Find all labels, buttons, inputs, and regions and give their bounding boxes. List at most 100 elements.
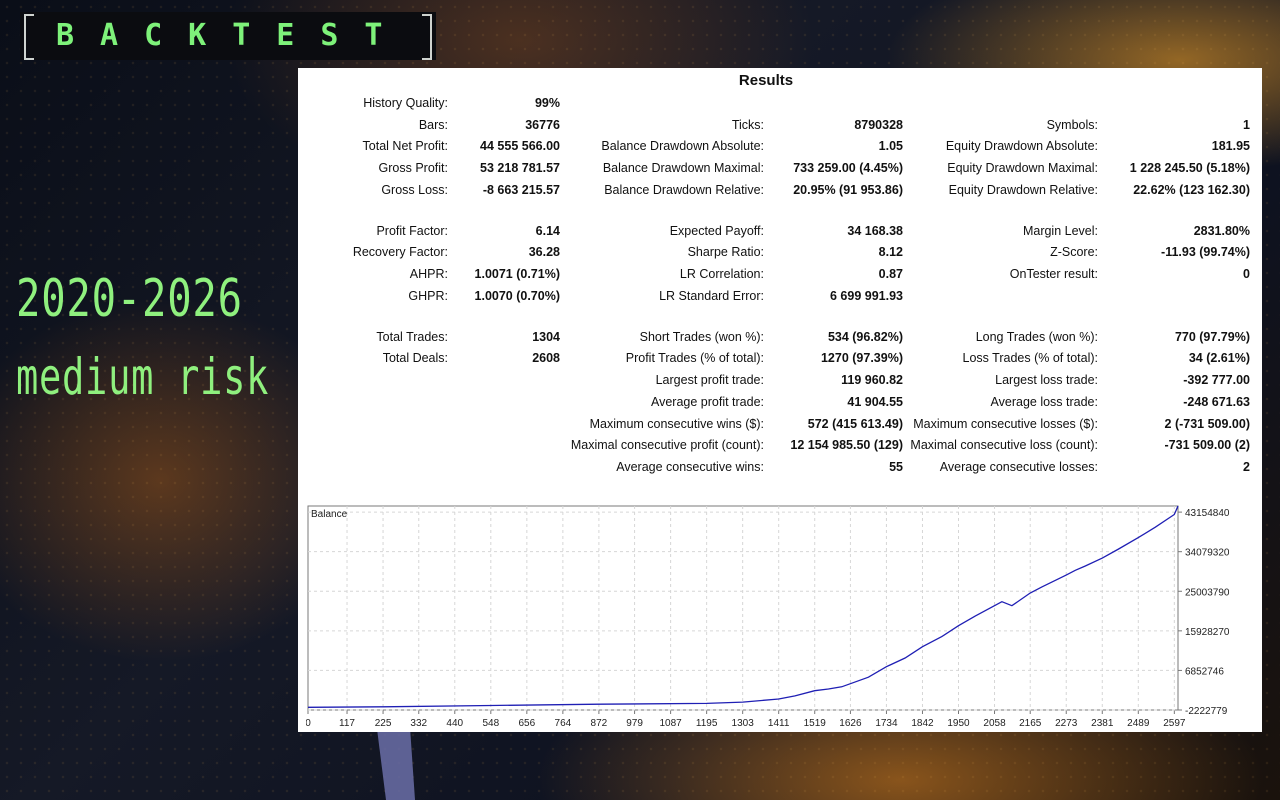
chart-title: Balance xyxy=(311,509,348,520)
stat-label: Profit Trades (% of total): xyxy=(625,351,764,365)
stat-value: 2831.80% xyxy=(1193,224,1250,238)
stat-label: Average loss trade: xyxy=(990,395,1098,409)
stat-label: Balance Drawdown Absolute: xyxy=(601,139,764,153)
stat-value: 12 154 985.50 (129) xyxy=(790,438,903,452)
stat-value: -8 663 215.57 xyxy=(482,183,560,197)
backtest-badge: BACKTEST xyxy=(20,12,436,60)
x-tick-label: 0 xyxy=(306,718,311,728)
y-tick-label: 34079320 xyxy=(1185,548,1230,559)
stat-value: 44 555 566.00 xyxy=(480,139,560,153)
stat-label: Largest loss trade: xyxy=(995,373,1098,387)
stat-value: 1304 xyxy=(532,330,560,344)
y-tick-label: 6852746 xyxy=(1185,666,1224,677)
stat-value: 181.95 xyxy=(1211,139,1250,153)
balance-chart: 0 117 225 332 440 548 656 764 872 979 1087 1195 1303… xyxy=(306,504,1256,728)
stat-value: 41 904.55 xyxy=(847,395,903,409)
stat-value: 1 xyxy=(1243,118,1250,132)
x-tick-label: 1087 xyxy=(659,718,682,728)
x-tick-label: 2273 xyxy=(1055,718,1078,728)
stat-value: -731 509.00 (2) xyxy=(1164,438,1250,452)
x-tick-label: 2165 xyxy=(1019,718,1042,728)
y-tick-label: 25003790 xyxy=(1185,587,1230,598)
x-tick-label: 2381 xyxy=(1091,718,1114,728)
stat-label: OnTester result: xyxy=(1009,267,1098,281)
stat-value: 1270 (97.39%) xyxy=(820,351,903,365)
stat-value: 1 228 245.50 (5.18%) xyxy=(1129,161,1250,175)
stat-label: Maximal consecutive loss (count): xyxy=(910,438,1098,452)
stat-value: 1.0071 (0.71%) xyxy=(474,267,560,281)
stat-label: Gross Loss: xyxy=(381,183,448,197)
stat-value: -11.93 (99.74%) xyxy=(1161,245,1250,259)
stat-label: Expected Payoff: xyxy=(669,224,764,238)
stat-label: Maximum consecutive wins ($): xyxy=(589,417,764,431)
y-tick-label: 43154840 xyxy=(1185,508,1230,519)
stat-value: 55 xyxy=(889,460,903,474)
x-tick-label: 2058 xyxy=(983,718,1006,728)
stat-label: GHPR: xyxy=(408,289,448,303)
x-tick-label: 2597 xyxy=(1163,718,1186,728)
stat-value: 0 xyxy=(1243,267,1250,281)
stat-label: Sharpe Ratio: xyxy=(687,245,764,259)
stat-label: Largest profit trade: xyxy=(655,373,764,387)
stat-value: 34 168.38 xyxy=(847,224,903,238)
stat-value: -392 777.00 xyxy=(1183,373,1250,387)
x-tick-label: 1734 xyxy=(875,718,898,728)
results-panel: Results History Quality: 99% Bars: 36776 Tic… xyxy=(298,68,1262,732)
stat-label: Maximum consecutive losses ($): xyxy=(913,417,1098,431)
x-tick-label: 548 xyxy=(482,718,499,728)
stat-value: 8.12 xyxy=(878,245,903,259)
stat-label: Z-Score: xyxy=(1050,245,1098,259)
stat-value: 2 xyxy=(1243,460,1250,474)
stat-value: 34 (2.61%) xyxy=(1188,351,1250,365)
stat-value: 20.95% (91 953.86) xyxy=(793,183,903,197)
stat-value: 770 (97.79%) xyxy=(1174,330,1250,344)
results-title: Results xyxy=(738,72,794,89)
x-tick-label: 872 xyxy=(591,718,608,728)
y-tick-label: 15928270 xyxy=(1185,627,1230,638)
stat-label: Margin Level: xyxy=(1022,224,1098,238)
bracket-left xyxy=(24,14,34,60)
stat-value: 572 (415 613.49) xyxy=(807,417,903,431)
stat-label: Profit Factor: xyxy=(376,224,448,238)
stat-label: Equity Drawdown Absolute: xyxy=(945,139,1098,153)
x-tick-label: 1411 xyxy=(768,718,790,728)
x-tick-label: 1842 xyxy=(911,718,934,728)
stat-label: Equity Drawdown Maximal: xyxy=(947,161,1098,175)
stat-label: Total Net Profit: xyxy=(362,139,448,153)
stat-label: Gross Profit: xyxy=(378,161,448,175)
stat-label: Equity Drawdown Relative: xyxy=(948,183,1098,197)
x-tick-label: 1195 xyxy=(696,718,718,728)
stat-value: 36.28 xyxy=(528,245,560,259)
stat-value: 534 (96.82%) xyxy=(827,330,903,344)
x-tick-label: 1519 xyxy=(804,718,827,728)
stat-label: Symbols: xyxy=(1046,118,1098,132)
stat-label: Balance Drawdown Relative: xyxy=(604,183,764,197)
stat-label: History Quality: xyxy=(363,96,448,110)
x-tick-label: 979 xyxy=(626,718,643,728)
stat-label: Average consecutive losses: xyxy=(939,460,1098,474)
stat-label: Average consecutive wins: xyxy=(616,460,764,474)
x-tick-label: 1626 xyxy=(839,718,862,728)
stat-label: Long Trades (won %): xyxy=(975,330,1098,344)
stat-label: AHPR: xyxy=(409,267,448,281)
stat-label: Balance Drawdown Maximal: xyxy=(602,161,764,175)
bracket-right xyxy=(422,14,432,60)
stat-label: Ticks: xyxy=(731,118,764,132)
stat-value: 1.0070 (0.70%) xyxy=(474,289,560,303)
stat-label: LR Correlation: xyxy=(679,267,764,281)
stat-label: Total Trades: xyxy=(376,330,448,344)
stat-value: 36776 xyxy=(525,118,560,132)
stat-value: 53 218 781.57 xyxy=(480,161,560,175)
stat-label: Maximal consecutive profit (count): xyxy=(570,438,764,452)
x-tick-label: 440 xyxy=(446,718,463,728)
stat-value: 2608 xyxy=(532,351,560,365)
stat-value: 733 259.00 (4.45%) xyxy=(793,161,903,175)
stat-value: 99% xyxy=(534,96,560,110)
x-tick-label: 332 xyxy=(410,718,427,728)
stat-value: 8790328 xyxy=(854,118,903,132)
x-tick-label: 1950 xyxy=(947,718,970,728)
stat-label: Recovery Factor: xyxy=(352,245,448,259)
stat-value: 119 960.82 xyxy=(841,373,903,387)
stat-value: 0.87 xyxy=(878,267,903,281)
risk-label: medium risk xyxy=(16,348,270,406)
